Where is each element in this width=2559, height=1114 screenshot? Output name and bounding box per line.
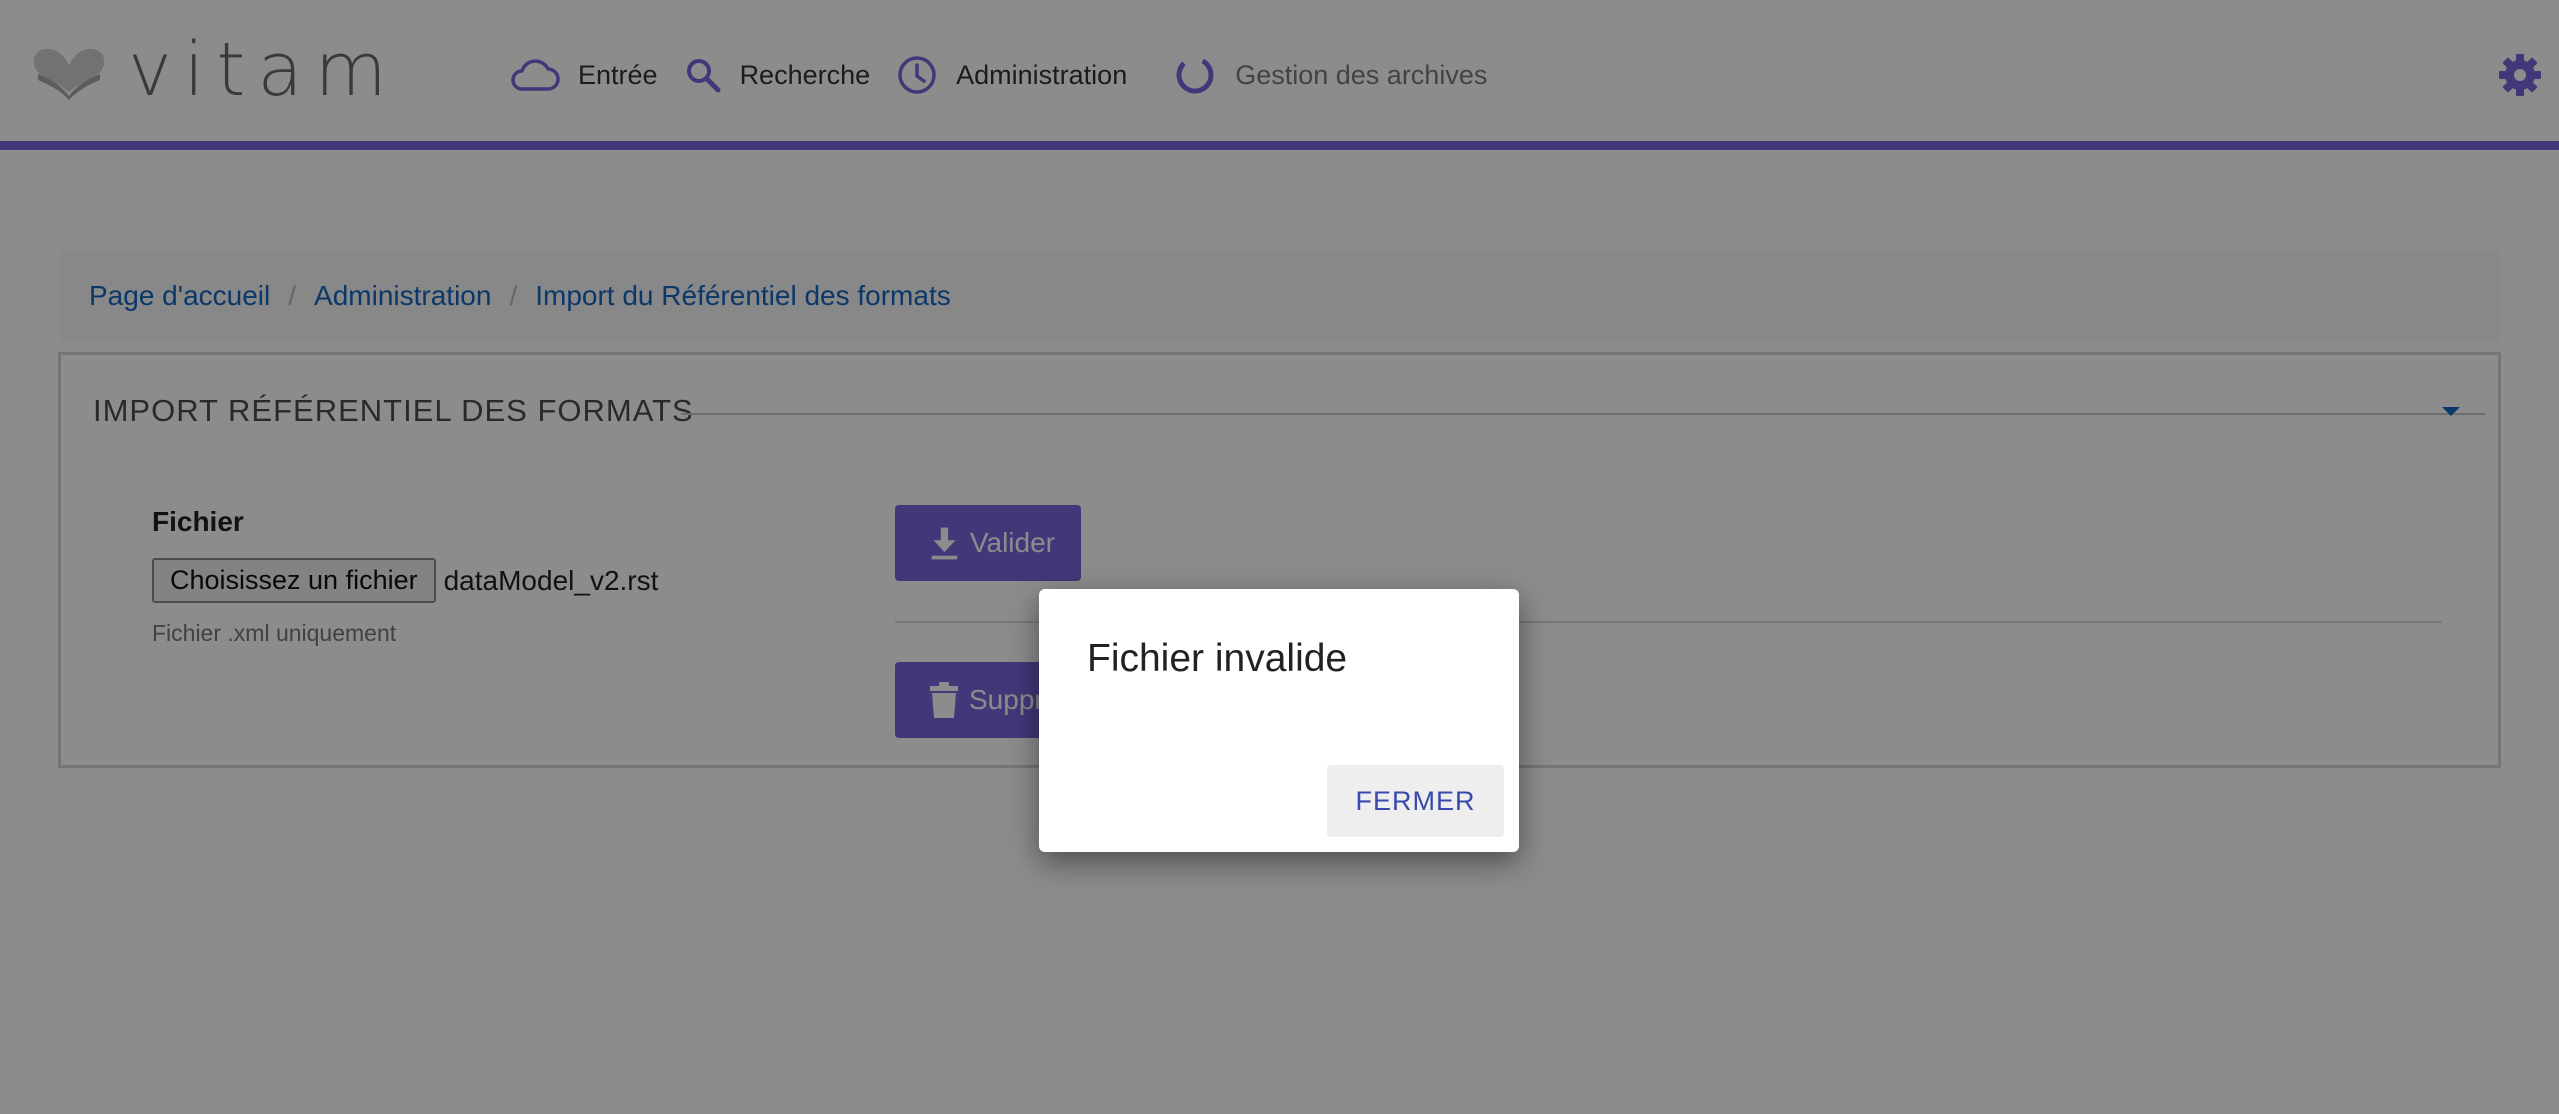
close-dialog-button[interactable]: FERMER bbox=[1327, 765, 1504, 837]
modal-backdrop[interactable] bbox=[0, 0, 2559, 1114]
invalid-file-dialog: Fichier invalide FERMER bbox=[1039, 589, 1519, 852]
dialog-title: Fichier invalide bbox=[1087, 637, 1348, 680]
